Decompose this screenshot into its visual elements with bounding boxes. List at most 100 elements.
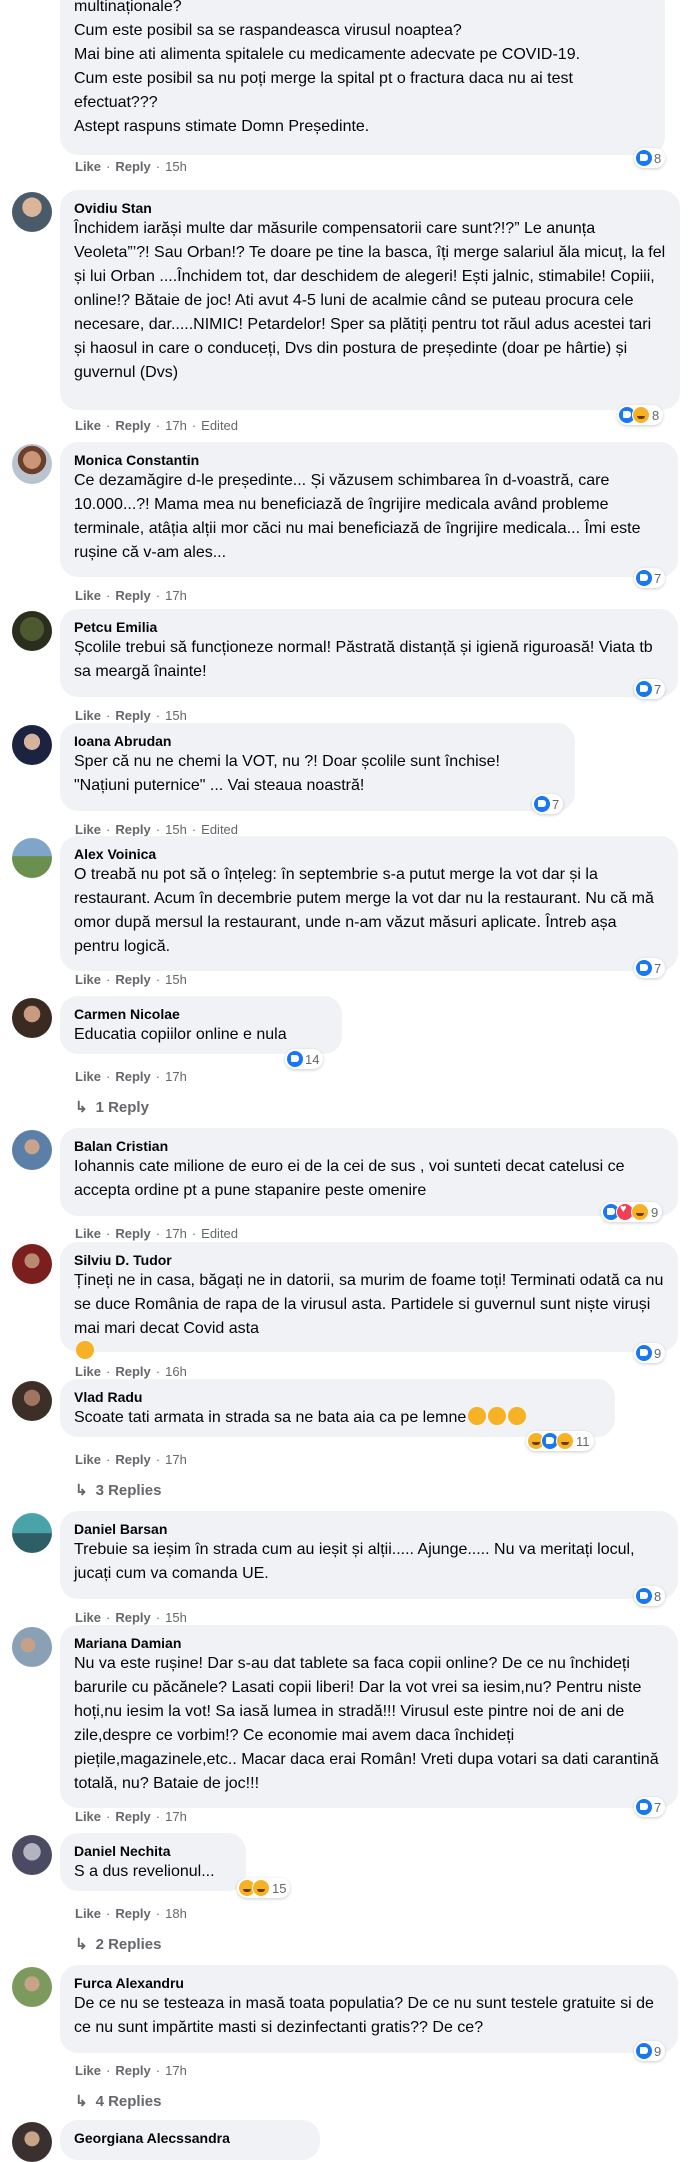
- view-replies-link[interactable]: ↳ 3 Replies: [75, 1481, 161, 1501]
- comment-author[interactable]: Alex Voinica: [74, 845, 664, 863]
- reaction-count: 9: [651, 1204, 659, 1220]
- reply-button[interactable]: Reply: [115, 588, 150, 603]
- reaction-summary[interactable]: 7: [634, 958, 666, 978]
- edited-label[interactable]: Edited: [201, 418, 238, 433]
- like-button[interactable]: Like: [75, 708, 101, 723]
- avatar[interactable]: [12, 1627, 52, 1667]
- like-button[interactable]: Like: [75, 822, 101, 837]
- haha-reaction-icon: [631, 1203, 649, 1221]
- reaction-summary[interactable]: 14: [285, 1049, 324, 1069]
- like-button[interactable]: Like: [75, 418, 101, 433]
- reply-button[interactable]: Reply: [115, 708, 150, 723]
- reaction-summary[interactable]: 8: [634, 1586, 666, 1606]
- avatar[interactable]: [12, 1244, 52, 1284]
- comment-bubble: Petcu Emilia Școlile trebui să funcțione…: [60, 609, 678, 697]
- avatar[interactable]: [12, 611, 52, 651]
- reaction-summary[interactable]: 8: [634, 148, 666, 168]
- avatar[interactable]: [12, 1967, 52, 2007]
- edited-label[interactable]: Edited: [201, 1226, 238, 1241]
- reaction-summary[interactable]: 9: [634, 2041, 666, 2061]
- reply-button[interactable]: Reply: [115, 1452, 150, 1467]
- avatar[interactable]: [12, 192, 52, 232]
- like-button[interactable]: Like: [75, 1364, 101, 1379]
- timestamp[interactable]: 16h: [165, 1364, 187, 1379]
- comment-text: Nu va este rușine! Dar s-au dat tablete …: [74, 1655, 659, 1792]
- view-replies-link[interactable]: ↳ 1 Reply: [75, 1098, 149, 1118]
- comment-author[interactable]: Carmen Nicolae: [74, 1005, 328, 1023]
- reply-button[interactable]: Reply: [115, 1809, 150, 1824]
- timestamp[interactable]: 17h: [165, 1226, 187, 1241]
- like-button[interactable]: Like: [75, 159, 101, 174]
- avatar[interactable]: [12, 838, 52, 878]
- timestamp[interactable]: 17h: [165, 1069, 187, 1084]
- like-button[interactable]: Like: [75, 1452, 101, 1467]
- reaction-summary[interactable]: 9: [601, 1202, 663, 1222]
- timestamp[interactable]: 17h: [165, 1809, 187, 1824]
- like-button[interactable]: Like: [75, 1809, 101, 1824]
- timestamp[interactable]: 17h: [165, 1452, 187, 1467]
- reply-button[interactable]: Reply: [115, 822, 150, 837]
- like-button[interactable]: Like: [75, 1069, 101, 1084]
- reaction-summary[interactable]: 7: [634, 679, 666, 699]
- like-button[interactable]: Like: [75, 1226, 101, 1241]
- reaction-summary[interactable]: 7: [634, 1797, 666, 1817]
- reaction-summary[interactable]: 7: [532, 794, 564, 814]
- reaction-summary[interactable]: 8: [617, 405, 664, 425]
- reaction-summary[interactable]: 15: [237, 1878, 291, 1898]
- avatar[interactable]: [12, 1835, 52, 1875]
- avatar[interactable]: [12, 725, 52, 765]
- timestamp[interactable]: 15h: [165, 159, 187, 174]
- timestamp[interactable]: 15h: [165, 822, 187, 837]
- reply-button[interactable]: Reply: [115, 1364, 150, 1379]
- reaction-count: 7: [654, 1799, 662, 1815]
- comment-author[interactable]: Silviu D. Tudor: [74, 1251, 664, 1269]
- like-button[interactable]: Like: [75, 588, 101, 603]
- comment-author[interactable]: Daniel Nechita: [74, 1842, 232, 1860]
- reaction-summary[interactable]: 11: [526, 1431, 594, 1451]
- reply-button[interactable]: Reply: [115, 2063, 150, 2078]
- avatar[interactable]: [12, 1381, 52, 1421]
- timestamp[interactable]: 15h: [165, 972, 187, 987]
- avatar[interactable]: [12, 2122, 52, 2162]
- like-button[interactable]: Like: [75, 972, 101, 987]
- sad-reaction-icon: [632, 406, 650, 424]
- comment-author[interactable]: Mariana Damian: [74, 1634, 664, 1652]
- timestamp[interactable]: 15h: [165, 708, 187, 723]
- comment-author[interactable]: Georgiana Alecssandra: [74, 2129, 306, 2147]
- avatar[interactable]: [12, 444, 52, 484]
- view-replies-link[interactable]: ↳ 2 Replies: [75, 1935, 161, 1955]
- reply-button[interactable]: Reply: [115, 159, 150, 174]
- comment-author[interactable]: Ovidiu Stan: [74, 199, 666, 217]
- comment-author[interactable]: Vlad Radu: [74, 1388, 601, 1406]
- edited-label[interactable]: Edited: [201, 822, 238, 837]
- reaction-summary[interactable]: 9: [634, 1343, 666, 1363]
- timestamp[interactable]: 17h: [165, 2063, 187, 2078]
- separator-dot: ·: [155, 1809, 161, 1824]
- reply-button[interactable]: Reply: [115, 1610, 150, 1625]
- comment-text: Trebuie sa ieșim în strada cum au ieșit …: [74, 1541, 635, 1582]
- like-button[interactable]: Like: [75, 1610, 101, 1625]
- avatar[interactable]: [12, 1513, 52, 1553]
- reply-button[interactable]: Reply: [115, 1226, 150, 1241]
- avatar[interactable]: [12, 1130, 52, 1170]
- reply-button[interactable]: Reply: [115, 418, 150, 433]
- comment-author[interactable]: Petcu Emilia: [74, 618, 664, 636]
- timestamp[interactable]: 17h: [165, 418, 187, 433]
- separator-dot: ·: [191, 1226, 197, 1241]
- like-button[interactable]: Like: [75, 1906, 101, 1921]
- reply-button[interactable]: Reply: [115, 1906, 150, 1921]
- reaction-summary[interactable]: 7: [634, 568, 666, 588]
- comment-author[interactable]: Furca Alexandru: [74, 1974, 664, 1992]
- comment-author[interactable]: Monica Constantin: [74, 451, 664, 469]
- reply-button[interactable]: Reply: [115, 1069, 150, 1084]
- comment-author[interactable]: Balan Cristian: [74, 1137, 664, 1155]
- timestamp[interactable]: 18h: [165, 1906, 187, 1921]
- comment-author[interactable]: Ioana Abrudan: [74, 732, 561, 750]
- avatar[interactable]: [12, 998, 52, 1038]
- reply-button[interactable]: Reply: [115, 972, 150, 987]
- view-replies-link[interactable]: ↳ 4 Replies: [75, 2092, 161, 2112]
- comment-author[interactable]: Daniel Barsan: [74, 1520, 664, 1538]
- timestamp[interactable]: 15h: [165, 1610, 187, 1625]
- like-button[interactable]: Like: [75, 2063, 101, 2078]
- timestamp[interactable]: 17h: [165, 588, 187, 603]
